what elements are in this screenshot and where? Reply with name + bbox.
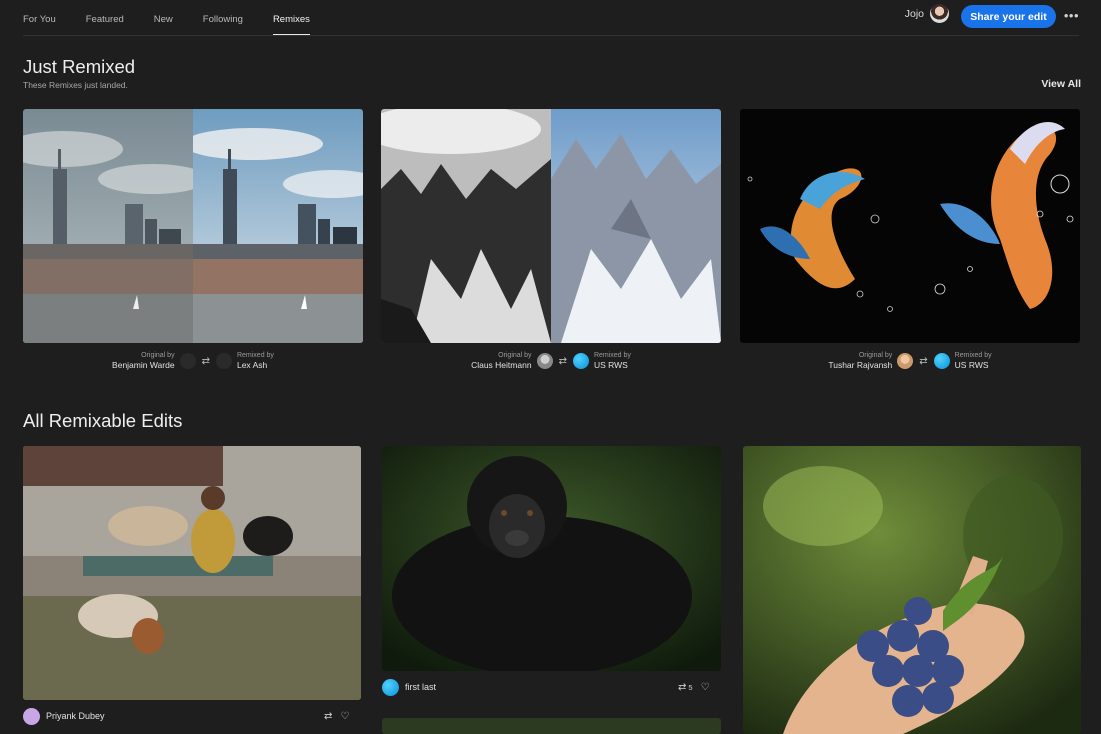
avatar[interactable] [382, 678, 399, 696]
remixed-credit[interactable]: Remixed by US RWS [568, 351, 631, 371]
feed-tabs: For You Featured New Following Remixes [23, 0, 340, 36]
remix-icon: ⇄ [201, 355, 210, 367]
edit-card-footer: first last [382, 678, 436, 696]
remixed-name[interactable]: US RWS [955, 360, 989, 371]
remixed-label: Remixed by [236, 352, 274, 359]
remix-card-fish[interactable] [740, 109, 1080, 343]
edit-card-blueberries[interactable] [743, 446, 1081, 734]
avatar[interactable] [930, 4, 949, 23]
remixed-image [551, 109, 721, 343]
avatar[interactable] [897, 353, 914, 369]
avatar[interactable] [536, 353, 553, 369]
remix-icon[interactable]: ⇄ [678, 682, 686, 693]
tab-following[interactable]: Following [203, 0, 243, 36]
edit-card-gorilla[interactable] [382, 446, 721, 671]
more-horizontal-icon[interactable]: ••• [1064, 6, 1079, 26]
edit-card-actions: ⇄ 5 ♡ [670, 678, 710, 696]
remix-credits: Original by Tushar Rajvansh ⇄ Remixed by… [740, 349, 1080, 373]
remix-icon: ⇄ [919, 355, 928, 367]
tab-remixes[interactable]: Remixes [272, 0, 310, 36]
avatar[interactable] [572, 353, 589, 369]
top-nav: For You Featured New Following Remixes J… [0, 0, 1101, 36]
original-name[interactable]: Tushar Rajvansh [828, 360, 892, 371]
remixed-image [193, 109, 363, 343]
original-label: Original by [858, 352, 893, 359]
avatar[interactable] [215, 353, 232, 369]
remixed-name[interactable]: Lex Ash [237, 360, 267, 371]
edit-card-actions: ⇄ ♡ [316, 707, 349, 725]
user-name[interactable]: Jojo [905, 8, 924, 20]
user-name[interactable]: first last [405, 682, 436, 692]
remix-card-city[interactable] [23, 109, 363, 343]
edit-card-dogs[interactable] [23, 446, 361, 700]
remixed-label: Remixed by [593, 352, 631, 359]
view-all-link[interactable]: View All [1041, 78, 1081, 90]
remix-icon[interactable]: ⇄ [324, 711, 332, 722]
original-name[interactable]: Benjamin Warde [112, 360, 175, 371]
share-your-edit-button[interactable]: Share your edit [961, 5, 1056, 28]
all-remixable-edits-title: All Remixable Edits [23, 410, 183, 431]
original-credit[interactable]: Original by Claus Heitmann [471, 351, 557, 371]
remixed-credit[interactable]: Remixed by Lex Ash [211, 351, 274, 371]
edit-image [23, 446, 361, 700]
heart-icon[interactable]: ♡ [701, 682, 710, 693]
remixed-label: Remixed by [954, 352, 992, 359]
original-image [381, 109, 551, 343]
remix-count: 5 [688, 682, 693, 692]
heart-icon[interactable]: ♡ [340, 711, 349, 722]
tab-for-you[interactable]: For You [23, 0, 56, 36]
original-credit[interactable]: Original by Tushar Rajvansh [828, 351, 918, 371]
avatar[interactable] [933, 353, 950, 369]
tab-featured[interactable]: Featured [86, 0, 124, 36]
just-remixed-title: Just Remixed [23, 56, 136, 77]
avatar[interactable] [179, 353, 196, 369]
edit-image [743, 446, 1081, 734]
remixed-credit[interactable]: Remixed by US RWS [929, 351, 992, 371]
edit-image [382, 446, 721, 671]
user-name[interactable]: Priyank Dubey [46, 711, 105, 721]
original-label: Original by [141, 352, 175, 359]
remix-credits: Original by Benjamin Warde ⇄ Remixed by … [23, 349, 363, 373]
just-remixed-subtitle: These Remixes just landed. [23, 80, 128, 90]
original-image [23, 109, 193, 343]
tab-new[interactable]: New [154, 0, 173, 36]
avatar[interactable] [23, 707, 40, 725]
remix-credits: Original by Claus Heitmann ⇄ Remixed by … [381, 349, 721, 373]
remix-card-mountains[interactable] [381, 109, 721, 343]
remixed-image [910, 109, 1080, 343]
nav-divider [23, 35, 1079, 36]
user-menu[interactable]: Jojo [905, 4, 949, 23]
original-credit[interactable]: Original by Benjamin Warde [112, 351, 201, 371]
edit-card-partial[interactable] [382, 718, 721, 734]
remix-icon: ⇄ [558, 355, 567, 367]
original-name[interactable]: Claus Heitmann [471, 360, 531, 371]
remixed-name[interactable]: US RWS [594, 360, 628, 371]
original-label: Original by [498, 352, 532, 359]
original-image [740, 109, 910, 343]
edit-card-footer: Priyank Dubey [23, 707, 105, 725]
